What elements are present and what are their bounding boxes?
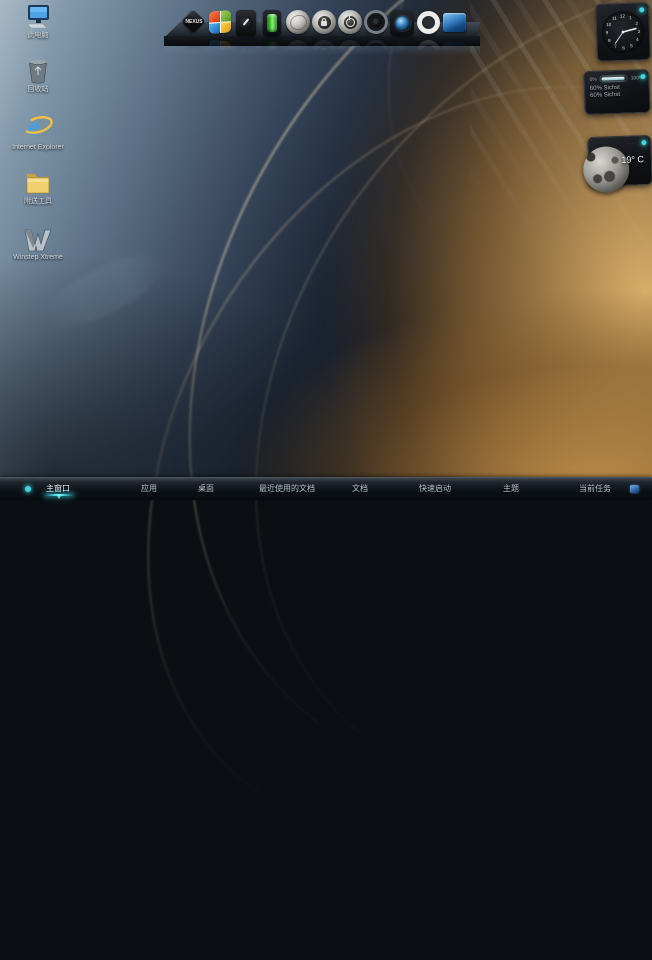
dock-item-power[interactable] [337, 6, 363, 36]
dock-item-battery[interactable] [259, 6, 285, 36]
weather-widget[interactable]: ····· 19° C [587, 135, 652, 187]
battery-icon [263, 10, 281, 36]
dock-item-display[interactable] [441, 6, 467, 36]
desktop-icon-tools-folder[interactable]: 附送工具 [12, 170, 64, 207]
active-tab-notch [57, 496, 61, 499]
internet-explorer-icon: e [22, 110, 54, 142]
desktop-icon-internet-explorer[interactable]: e Internet Explorer [12, 110, 64, 153]
dock-item-ring[interactable] [415, 6, 441, 36]
dock-shelf-front [164, 36, 480, 46]
winstep-icon [23, 228, 53, 252]
taskbar-tab-main-window[interactable]: 主窗口 [46, 483, 70, 494]
lock-medallion-icon [312, 10, 336, 34]
active-tab-underline [44, 494, 74, 496]
taskbar-tab-quick-launch[interactable]: 快速启动 [419, 483, 451, 494]
taskbar-tab-documents[interactable]: 文档 [352, 483, 368, 494]
desktop-icon-label: 此电脑 [28, 32, 49, 41]
taskbar-tab-apps[interactable]: 应用 [141, 483, 157, 494]
analog-clock-face: 12 1 2 3 4 5 6 7 8 9 10 11 [601, 10, 644, 53]
dock-item-lock[interactable] [311, 6, 337, 36]
system-monitor-widget[interactable]: 0% 100% 60% Sichst 60% Sichst [583, 69, 650, 115]
blue-display-icon [443, 13, 466, 32]
dock-item-camera[interactable] [389, 6, 415, 36]
dock-item-nexus[interactable]: NEXUS [181, 6, 207, 36]
dock-item-gauge[interactable] [233, 6, 259, 36]
monitor-progress-fill [602, 77, 625, 81]
clock-hands [601, 10, 644, 53]
taskbar-tab-desktop[interactable]: 桌面 [198, 483, 214, 494]
monitor-progress-bar [600, 75, 628, 83]
taskbar-tab-themes[interactable]: 主题 [503, 483, 519, 494]
widget-status-dot[interactable] [641, 140, 646, 145]
power-medallion-icon [338, 10, 362, 34]
recycle-bin-icon [26, 58, 50, 84]
gauge-icon [236, 10, 256, 36]
temperature-value: 19° C [621, 154, 644, 165]
clock-widget[interactable]: 12 1 2 3 4 5 6 7 8 9 10 11 [595, 2, 651, 62]
desktop-icon-label: Internet Explorer [12, 144, 64, 153]
wallpaper-vignette [0, 0, 652, 500]
nexus-label: NEXUS [182, 19, 206, 25]
speaker-icon [364, 10, 388, 34]
folder-icon [24, 170, 52, 196]
nexus-icon: NEXUS [182, 10, 206, 34]
desktop-icon-recycle-bin[interactable]: 回收站 [12, 58, 64, 95]
desktop-icon-this-pc[interactable]: 此电脑 [12, 4, 64, 41]
taskbar-tray-icon[interactable] [630, 485, 639, 493]
windows-logo-icon [209, 10, 231, 34]
svg-text:e: e [28, 112, 40, 141]
monitor-bar-row: 0% 100% [589, 74, 643, 83]
desktop-icon-label: 回收站 [28, 86, 49, 95]
desktop-icon-label: 附送工具 [24, 198, 52, 207]
dock-item-globe[interactable] [285, 6, 311, 36]
taskbar-tab-recent-docs[interactable]: 最近使用的文档 [259, 483, 315, 494]
camera-lens-icon [390, 10, 414, 36]
taskbar-launcher-icon[interactable] [25, 486, 31, 492]
dock-shelf-reflection [164, 46, 480, 55]
dock-item-windows[interactable] [207, 6, 233, 36]
widget-status-dot[interactable] [640, 74, 645, 79]
taskbar-tab-current-tasks[interactable]: 当前任务 [579, 483, 611, 494]
desktop-icon-label: Winstep Xtreme [13, 254, 63, 263]
dock-item-speaker[interactable] [363, 6, 389, 36]
monitor-stat-line: 60% Sichst [590, 91, 644, 99]
ring-medallion-icon [417, 11, 440, 34]
computer-icon [23, 4, 53, 30]
desktop-icon-winstep-xtreme[interactable]: Winstep Xtreme [12, 228, 64, 263]
taskbar: 主窗口 应用 桌面 最近使用的文档 文档 快速启动 主题 当前任务 [0, 477, 652, 500]
globe-icon [286, 10, 310, 34]
dock: NEXUS [181, 6, 467, 36]
weather-header-dots: ····· [627, 140, 639, 145]
monitor-min-label: 0% [589, 76, 596, 82]
